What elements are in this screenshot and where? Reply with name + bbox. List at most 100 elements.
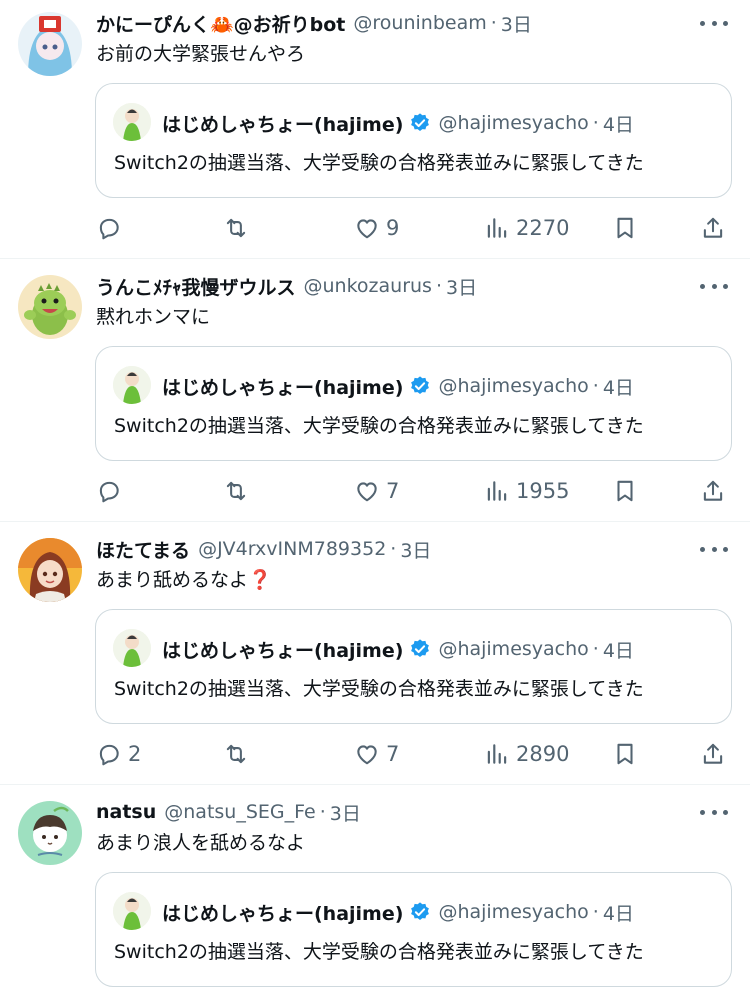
verified-badge-icon xyxy=(409,112,431,134)
timestamp: 4日 xyxy=(602,376,634,399)
user-handle[interactable]: @natsu_SEG_Fe xyxy=(164,801,315,823)
bookmark-button[interactable] xyxy=(612,736,638,772)
quoted-post-header: はじめしゃちょー(hajime) @hajimesyacho · 4日 xyxy=(162,634,634,664)
repost-icon xyxy=(226,481,246,501)
avatar[interactable] xyxy=(18,801,82,865)
divider xyxy=(0,258,750,259)
reply-button[interactable] xyxy=(96,473,128,509)
timestamp[interactable]: 3日 xyxy=(446,273,477,300)
post-header: natsu @natsu_SEG_Fe · 3日 xyxy=(96,797,361,827)
avatar[interactable] xyxy=(18,275,82,339)
display-name[interactable]: うんこﾒﾁｬ我慢ザウルス xyxy=(96,273,296,300)
share-icon xyxy=(703,217,723,238)
like-count: 7 xyxy=(386,479,400,503)
avatar[interactable] xyxy=(18,12,82,76)
more-icon[interactable] xyxy=(700,18,728,28)
view-count: 2890 xyxy=(516,742,570,766)
quoted-post[interactable]: はじめしゃちょー(hajime) @hajimesyacho · 4日 Swit… xyxy=(95,872,732,987)
separator-dot: · xyxy=(592,638,599,660)
repost-button[interactable] xyxy=(223,210,249,246)
views-icon xyxy=(487,744,507,764)
verified-badge-icon xyxy=(409,901,431,923)
user-handle: @hajimesyacho xyxy=(438,901,589,923)
timestamp[interactable]: 3日 xyxy=(501,10,532,37)
post-text: あまり舐めるなよ❓ xyxy=(96,569,272,591)
more-icon[interactable] xyxy=(700,281,728,291)
more-icon[interactable] xyxy=(700,544,728,554)
post-text: 黙れホンマに xyxy=(96,306,211,328)
display-name: はじめしゃちょー(hajime) xyxy=(162,113,404,136)
reply-button[interactable] xyxy=(96,210,128,246)
separator-dot: · xyxy=(592,375,599,397)
timestamp: 4日 xyxy=(602,113,634,136)
like-button[interactable]: 7 xyxy=(354,473,399,509)
post[interactable]: うんこﾒﾁｬ我慢ザウルス @unkozaurus · 3日 黙れホンマに はじめ… xyxy=(0,263,750,521)
reply-icon xyxy=(99,218,119,240)
bookmark-button[interactable] xyxy=(612,210,638,246)
display-name[interactable]: かにーぴんく🦀@お祈りbot xyxy=(96,10,345,37)
timestamp[interactable]: 3日 xyxy=(400,536,431,563)
reply-icon xyxy=(99,744,119,766)
views-button[interactable]: 2270 xyxy=(484,210,569,246)
timestamp[interactable]: 3日 xyxy=(330,799,361,826)
share-icon xyxy=(703,480,723,501)
repost-icon xyxy=(226,744,246,764)
quoted-post[interactable]: はじめしゃちょー(hajime) @hajimesyacho · 4日 Swit… xyxy=(95,346,732,461)
quoted-post[interactable]: はじめしゃちょー(hajime) @hajimesyacho · 4日 Swit… xyxy=(95,83,732,198)
views-button[interactable]: 1955 xyxy=(484,473,569,509)
quoted-post-header: はじめしゃちょー(hajime) @hajimesyacho · 4日 xyxy=(162,371,634,401)
repost-button[interactable] xyxy=(223,736,249,772)
share-button[interactable] xyxy=(700,210,726,246)
verified-badge-icon xyxy=(409,638,431,660)
quoted-post-text: Switch2の抽選当落、大学受験の合格発表並みに緊張してきた xyxy=(114,415,644,437)
like-button[interactable]: 9 xyxy=(354,210,399,246)
views-icon xyxy=(487,218,507,238)
bookmark-icon xyxy=(617,480,633,502)
share-button[interactable] xyxy=(700,473,726,509)
quoted-post-text: Switch2の抽選当落、大学受験の合格発表並みに緊張してきた xyxy=(114,152,644,174)
avatar xyxy=(113,366,151,404)
view-count: 1955 xyxy=(516,479,570,503)
quoted-post-text: Switch2の抽選当落、大学受験の合格発表並みに緊張してきた xyxy=(114,678,644,700)
separator-dot: · xyxy=(592,901,599,923)
divider xyxy=(0,784,750,785)
quoted-post[interactable]: はじめしゃちょー(hajime) @hajimesyacho · 4日 Swit… xyxy=(95,609,732,724)
avatar xyxy=(113,103,151,141)
post[interactable]: ほたてまる @JV4rxvINM789352 · 3日 あまり舐めるなよ❓ はじ… xyxy=(0,526,750,784)
display-name[interactable]: natsu xyxy=(96,801,156,823)
user-handle: @hajimesyacho xyxy=(438,112,589,134)
separator-dot: · xyxy=(592,112,599,134)
action-bar: 2 7 2890 xyxy=(96,736,736,772)
repost-button[interactable] xyxy=(223,473,249,509)
avatar[interactable] xyxy=(18,538,82,602)
separator-dot: · xyxy=(490,12,497,34)
share-icon xyxy=(703,743,723,764)
bookmark-button[interactable] xyxy=(612,473,638,509)
more-icon[interactable] xyxy=(700,807,728,817)
like-icon xyxy=(357,219,377,239)
display-name: はじめしゃちょー(hajime) xyxy=(162,376,404,399)
reply-count: 2 xyxy=(128,742,142,766)
like-icon xyxy=(357,482,377,502)
post-header: うんこﾒﾁｬ我慢ザウルス @unkozaurus · 3日 xyxy=(96,271,477,301)
share-button[interactable] xyxy=(700,736,726,772)
like-button[interactable]: 7 xyxy=(354,736,399,772)
avatar xyxy=(113,892,151,930)
views-button[interactable]: 2890 xyxy=(484,736,569,772)
reply-icon xyxy=(99,481,119,503)
post[interactable]: natsu @natsu_SEG_Fe · 3日 あまり浪人を舐めるなよ はじめ… xyxy=(0,789,750,989)
action-bar: 9 2270 xyxy=(96,210,736,246)
separator-dot: · xyxy=(319,801,326,823)
user-handle[interactable]: @unkozaurus xyxy=(304,275,432,297)
display-name[interactable]: ほたてまる xyxy=(96,536,190,563)
reply-button[interactable]: 2 xyxy=(96,736,141,772)
quoted-post-text: Switch2の抽選当落、大学受験の合格発表並みに緊張してきた xyxy=(114,941,644,963)
avatar xyxy=(113,629,151,667)
quoted-post-header: はじめしゃちょー(hajime) @hajimesyacho · 4日 xyxy=(162,897,634,927)
post-text: あまり浪人を舐めるなよ xyxy=(96,832,306,854)
user-handle[interactable]: @rouninbeam xyxy=(353,12,486,34)
views-icon xyxy=(487,481,507,501)
post[interactable]: かにーぴんく🦀@お祈りbot @rouninbeam · 3日 お前の大学緊張せ… xyxy=(0,0,750,258)
bookmark-icon xyxy=(617,217,633,239)
user-handle[interactable]: @JV4rxvINM789352 xyxy=(198,538,386,560)
